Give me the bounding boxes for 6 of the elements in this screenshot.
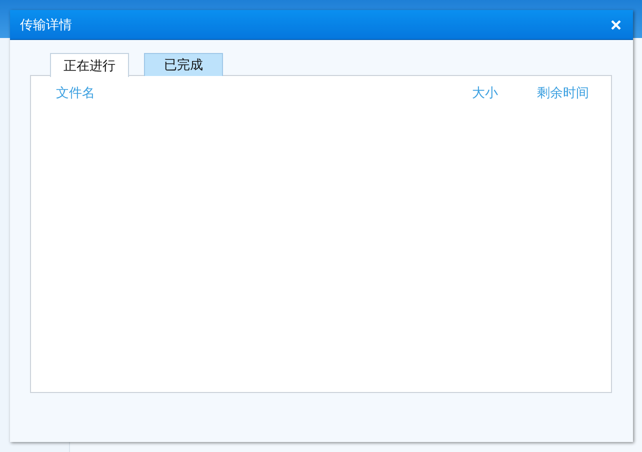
close-icon[interactable] xyxy=(611,20,621,30)
column-header: 文件名 xyxy=(56,85,96,102)
window-title: 传输详情 xyxy=(20,16,72,34)
tab[interactable]: 正在进行 xyxy=(50,53,129,77)
column-header: 大小 xyxy=(472,85,499,102)
tab[interactable]: 已完成 xyxy=(144,53,223,76)
